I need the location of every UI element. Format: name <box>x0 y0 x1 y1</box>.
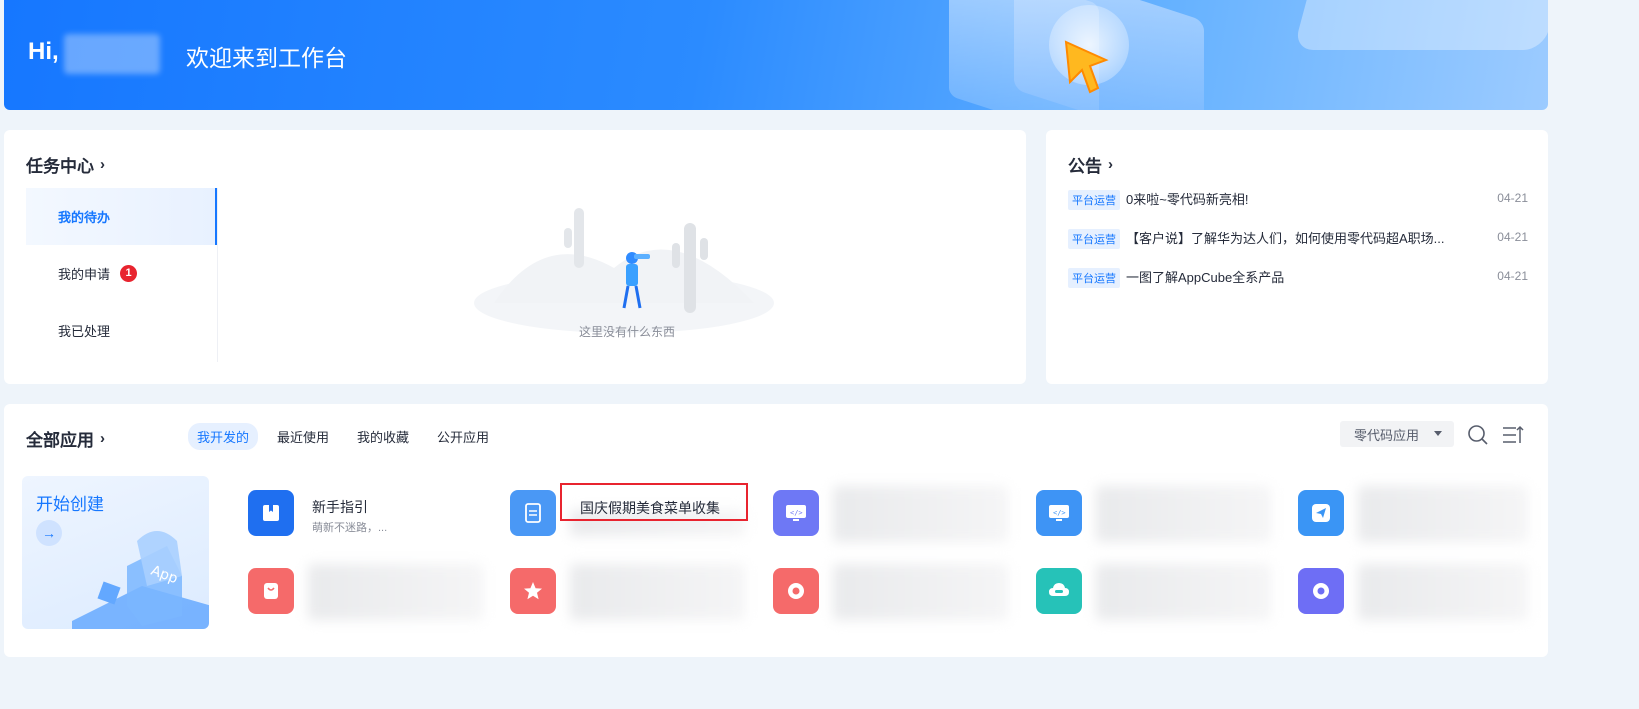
cursor-icon <box>1064 40 1109 94</box>
app-tile[interactable] <box>773 564 1013 620</box>
bag-icon <box>248 568 294 614</box>
announcement-card: 公告 › 平台运营 0来啦~零代码新亮相! 04-21 平台运营 【客户说】了解… <box>1046 130 1548 384</box>
arrow-right-icon: → <box>36 520 62 546</box>
welcome-text: 欢迎来到工作台 <box>186 45 347 71</box>
all-apps-card: 全部应用 › 我开发的 最近使用 我的收藏 公开应用 零代码应用 开始创建 → … <box>4 404 1548 657</box>
redacted-content <box>1358 564 1528 620</box>
announcement-text: 0来啦~零代码新亮相! <box>1126 192 1249 207</box>
app-tile[interactable] <box>510 564 750 620</box>
user-name-redacted <box>64 34 160 74</box>
redacted-content <box>1096 564 1271 620</box>
announcement-date: 04-21 <box>1497 230 1528 244</box>
book-icon <box>248 490 294 536</box>
announcement-list: 平台运营 0来啦~零代码新亮相! 04-21 平台运营 【客户说】了解华为达人们… <box>1068 188 1528 305</box>
redacted-content <box>1096 486 1271 542</box>
task-menu-applications[interactable]: 我的申请 1 <box>26 245 217 302</box>
tab-recent[interactable]: 最近使用 <box>268 423 338 450</box>
announcement-date: 04-21 <box>1497 191 1528 205</box>
category-tag: 平台运营 <box>1068 190 1120 210</box>
task-menu-processed[interactable]: 我已处理 <box>26 302 217 359</box>
svg-text:</>: </> <box>790 509 803 517</box>
app-type-value: 零代码应用 <box>1354 427 1420 443</box>
tab-my-developed[interactable]: 我开发的 <box>188 423 259 450</box>
code-icon: </> <box>1036 490 1082 536</box>
app-tile[interactable] <box>1298 486 1538 542</box>
lifebuoy-icon <box>1298 568 1344 614</box>
app-tile[interactable] <box>1298 564 1538 620</box>
create-app-card[interactable]: 开始创建 → App <box>22 476 209 629</box>
app-tile[interactable]: </> <box>1036 486 1276 542</box>
search-icon[interactable] <box>1467 424 1489 446</box>
app-tile[interactable] <box>1036 564 1276 620</box>
chevron-right-icon: › <box>1108 156 1113 173</box>
task-center-card: 任务中心 › 我的待办 我的申请 1 我已处理 这里没有什么东西 <box>4 130 1026 384</box>
empty-state-text: 这里没有什么东西 <box>579 325 676 339</box>
task-menu: 我的待办 我的申请 1 我已处理 <box>26 188 218 362</box>
tab-public[interactable]: 公开应用 <box>428 423 498 450</box>
app-tile[interactable]: </> <box>773 486 1013 542</box>
redacted-content <box>308 564 483 620</box>
send-icon <box>1298 490 1344 536</box>
app-cube-illustration: App <box>72 531 209 629</box>
welcome-banner: Hi, 欢迎来到工作台 <box>4 0 1548 110</box>
lifebuoy-icon <box>773 568 819 614</box>
highlight-box <box>560 483 748 521</box>
empty-state-illustration <box>474 208 774 333</box>
task-menu-label: 我的待办 <box>58 210 111 225</box>
document-icon <box>510 490 556 536</box>
task-menu-label: 我已处理 <box>58 324 111 339</box>
category-tag: 平台运营 <box>1068 229 1120 249</box>
task-menu-label: 我的申请 <box>58 267 111 282</box>
redacted-content <box>570 564 745 620</box>
announcement-item[interactable]: 平台运营 一图了解AppCube全系产品 04-21 <box>1068 266 1528 305</box>
all-apps-label: 全部应用 <box>26 431 94 450</box>
code-icon: </> <box>773 490 819 536</box>
task-menu-todo[interactable]: 我的待办 <box>26 188 217 245</box>
caret-down-icon <box>1434 431 1442 436</box>
app-tile[interactable]: 新手指引 萌新不迷路，... <box>248 490 488 538</box>
chevron-right-icon: › <box>100 156 105 173</box>
tab-favorites[interactable]: 我的收藏 <box>348 423 418 450</box>
announcement-date: 04-21 <box>1497 269 1528 283</box>
announcement-label: 公告 <box>1068 157 1102 176</box>
announcement-item[interactable]: 平台运营 0来啦~零代码新亮相! 04-21 <box>1068 188 1528 227</box>
cloud-icon <box>1036 568 1082 614</box>
app-type-select[interactable]: 零代码应用 <box>1340 421 1454 447</box>
category-tag: 平台运营 <box>1068 268 1120 288</box>
announcement-item[interactable]: 平台运营 【客户说】了解华为达人们，如何使用零代码超A职场... 04-21 <box>1068 227 1528 266</box>
greeting: Hi, <box>28 38 59 65</box>
svg-text:</>: </> <box>1053 509 1066 517</box>
banner-decoration <box>1293 0 1548 50</box>
announcement-title[interactable]: 公告 › <box>1068 152 1113 177</box>
app-name: 新手指引 <box>312 499 368 515</box>
sort-icon[interactable] <box>1502 425 1524 445</box>
task-center-label: 任务中心 <box>26 157 94 176</box>
announcement-text: 一图了解AppCube全系产品 <box>1126 270 1285 285</box>
app-description: 萌新不迷路，... <box>312 522 388 534</box>
count-badge: 1 <box>120 265 138 282</box>
app-tabs: 我开发的 最近使用 我的收藏 公开应用 <box>188 423 498 450</box>
redacted-content <box>1358 486 1528 542</box>
task-center-title[interactable]: 任务中心 › <box>26 152 105 177</box>
redacted-content <box>833 564 1008 620</box>
announcement-text: 【客户说】了解华为达人们，如何使用零代码超A职场... <box>1126 231 1445 246</box>
chevron-right-icon: › <box>100 430 105 447</box>
redacted-content <box>833 486 1008 542</box>
all-apps-title[interactable]: 全部应用 › <box>26 426 105 451</box>
star-icon <box>510 568 556 614</box>
app-tile[interactable] <box>248 564 488 620</box>
